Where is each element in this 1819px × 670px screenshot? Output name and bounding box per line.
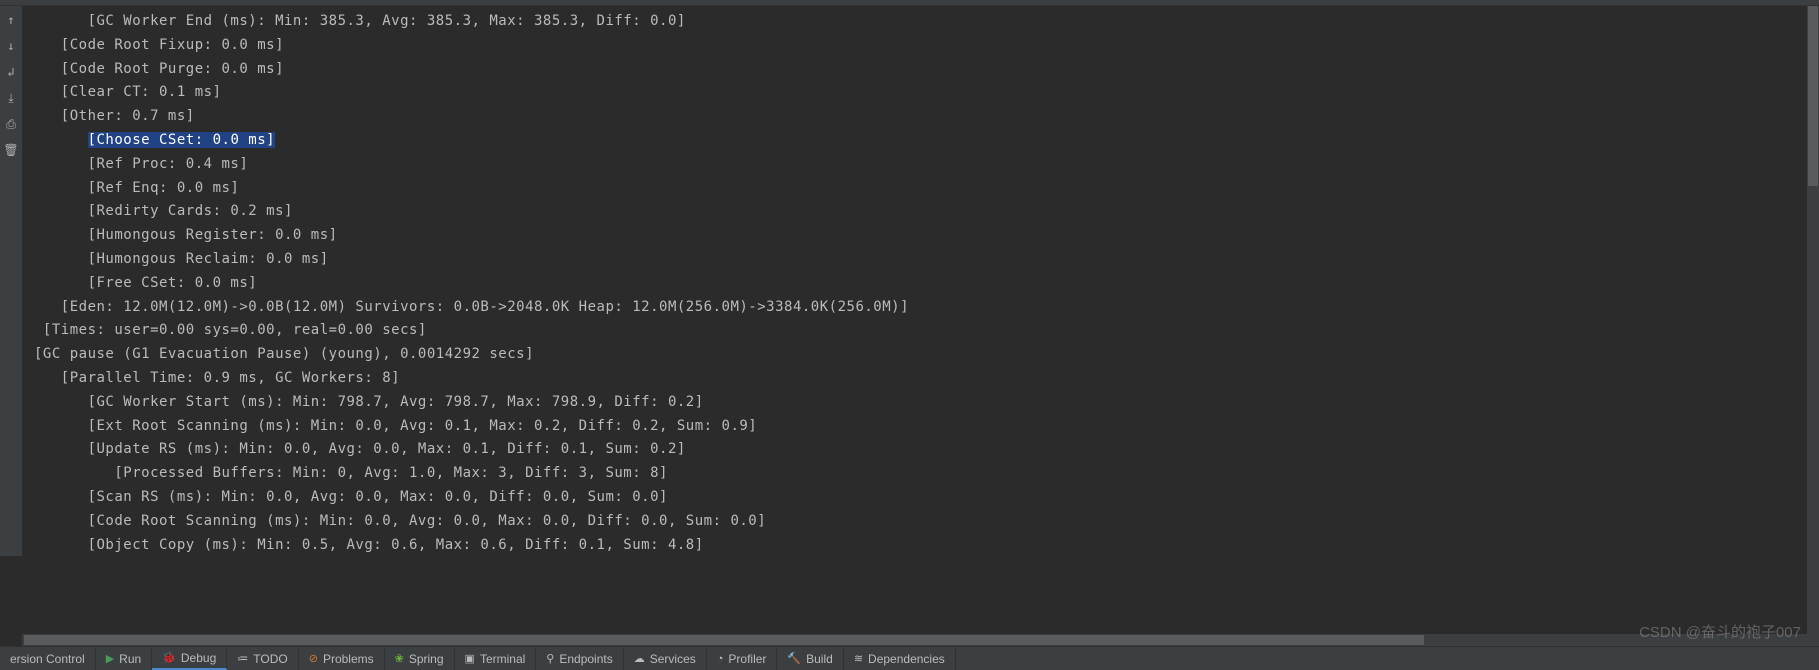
tab-debug[interactable]: 🐞 Debug [152,647,227,670]
main-area: ↑ ↓ ↲ ⤓ ⎙ 🗑 [GC Worker End (ms): Min: 385.3, … [0,6,1819,556]
highlighted-text: [Choose CSet: 0.0 ms] [88,132,276,148]
tab-label: Debug [181,651,216,665]
log-line: [Humongous Reclaim: 0.0 ms] [34,248,1819,272]
log-line: [Processed Buffers: Min: 0, Avg: 1.0, Ma… [34,462,1819,486]
tab-profiler[interactable]: ◔ Profiler [707,647,778,670]
log-line: [Humongous Register: 0.0 ms] [34,224,1819,248]
tab-label: Run [119,652,141,666]
log-line: [GC Worker End (ms): Min: 385.3, Avg: 38… [34,10,1819,34]
scroll-to-top-icon[interactable]: ↑ [7,14,14,26]
tab-todo[interactable]: ≔ TODO [227,647,298,670]
tab-label: TODO [253,652,287,666]
terminal-icon: ▣ [465,652,475,665]
tab-label: Terminal [480,652,525,666]
tab-label: Profiler [728,652,766,666]
tab-label: ersion Control [10,652,85,666]
endpoints-icon: ⚲ [546,652,554,665]
vertical-scrollbar[interactable] [1807,6,1819,646]
log-line: [Parallel Time: 0.9 ms, GC Workers: 8] [34,367,1819,391]
tab-endpoints[interactable]: ⚲ Endpoints [536,647,623,670]
tab-label: Dependencies [868,652,945,666]
services-icon: ☁ [634,652,645,665]
log-line: [GC pause (G1 Evacuation Pause) (young),… [34,343,1819,367]
log-line: [Code Root Purge: 0.0 ms] [34,58,1819,82]
status-bar: ersion Control ▶ Run 🐞 Debug ≔ TODO ⊘ Problems ❀ S… [0,646,1819,670]
horizontal-scrollbar[interactable] [22,634,1807,646]
log-line: [Choose CSet: 0.0 ms] [34,129,1819,153]
todo-icon: ≔ [237,652,248,665]
profiler-icon: ◔ [717,653,724,665]
tab-version-control[interactable]: ersion Control [0,647,96,670]
scroll-to-end-icon[interactable]: ⤓ [8,92,13,104]
clear-all-icon[interactable]: 🗑 [3,144,18,156]
tab-spring[interactable]: ❀ Spring [385,647,455,670]
log-line: [Redirty Cards: 0.2 ms] [34,200,1819,224]
tab-services[interactable]: ☁ Services [624,647,707,670]
run-icon: ▶ [106,652,114,665]
vertical-scrollbar-thumb[interactable] [1808,6,1818,186]
tab-label: Spring [409,652,444,666]
log-line: [Ext Root Scanning (ms): Min: 0.0, Avg: … [34,415,1819,439]
log-line: [Ref Proc: 0.4 ms] [34,153,1819,177]
log-line: [Eden: 12.0M(12.0M)->0.0B(12.0M) Survivo… [34,296,1819,320]
tab-terminal[interactable]: ▣ Terminal [455,647,537,670]
console-gutter: ↑ ↓ ↲ ⤓ ⎙ 🗑 [0,6,22,556]
console-output[interactable]: [GC Worker End (ms): Min: 385.3, Avg: 38… [22,6,1819,556]
print-icon[interactable]: ⎙ [6,118,16,130]
horizontal-scrollbar-thumb[interactable] [24,635,1424,645]
scroll-to-bottom-icon[interactable]: ↓ [7,40,14,52]
problems-icon: ⊘ [309,652,318,665]
log-line: [Object Copy (ms): Min: 0.5, Avg: 0.6, M… [34,534,1819,556]
log-line: [Update RS (ms): Min: 0.0, Avg: 0.0, Max… [34,438,1819,462]
tab-build[interactable]: 🔨 Build [777,647,843,670]
log-line: [Scan RS (ms): Min: 0.0, Avg: 0.0, Max: … [34,486,1819,510]
log-line: [Free CSet: 0.0 ms] [34,272,1819,296]
tab-label: Services [650,652,696,666]
log-line: [Times: user=0.00 sys=0.00, real=0.00 se… [34,319,1819,343]
spring-icon: ❀ [395,652,404,665]
tab-label: Problems [323,652,374,666]
tab-dependencies[interactable]: ≋ Dependencies [844,647,956,670]
log-line: [Other: 0.7 ms] [34,105,1819,129]
dependencies-icon: ≋ [854,652,863,665]
log-line: [Code Root Fixup: 0.0 ms] [34,34,1819,58]
tab-problems[interactable]: ⊘ Problems [299,647,385,670]
log-line: [Code Root Scanning (ms): Min: 0.0, Avg:… [34,510,1819,534]
tab-label: Endpoints [559,652,612,666]
soft-wrap-icon[interactable]: ↲ [7,66,14,78]
tab-label: Build [806,652,833,666]
debug-icon: 🐞 [162,651,176,664]
build-icon: 🔨 [787,652,801,665]
log-line: [Ref Enq: 0.0 ms] [34,177,1819,201]
log-line: [GC Worker Start (ms): Min: 798.7, Avg: … [34,391,1819,415]
log-line: [Clear CT: 0.1 ms] [34,81,1819,105]
tab-run[interactable]: ▶ Run [96,647,152,670]
